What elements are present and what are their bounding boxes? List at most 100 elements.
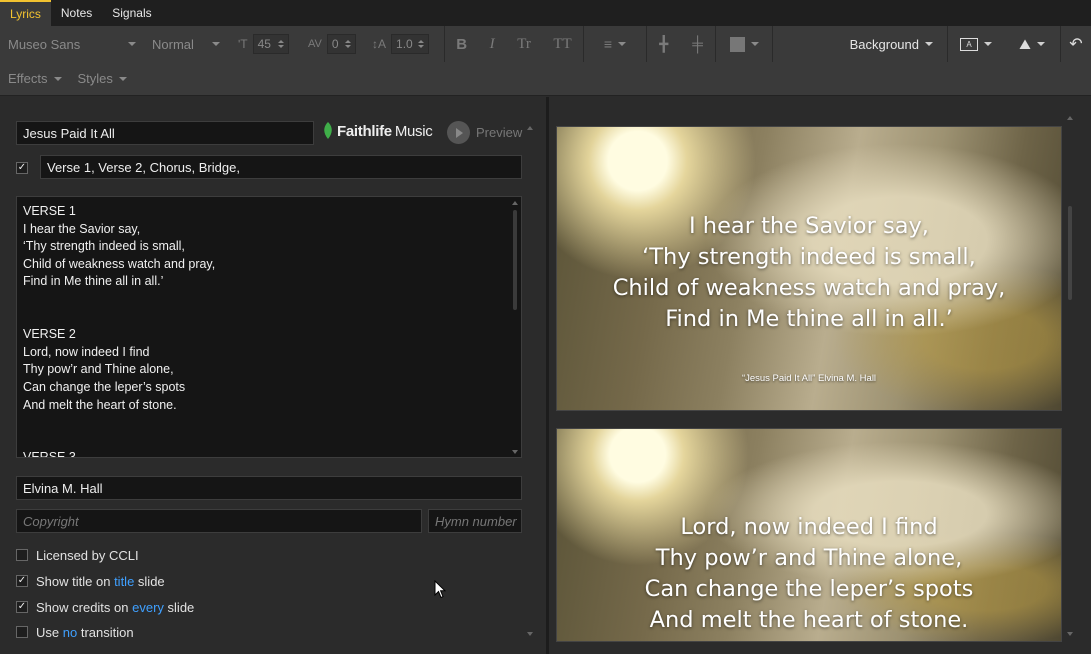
effects-label: Effects bbox=[8, 71, 48, 86]
scroll-down-icon[interactable] bbox=[1067, 632, 1073, 636]
transition-checkbox[interactable] bbox=[16, 626, 28, 638]
slide-thumbnail[interactable]: Lord, now indeed I find Thy pow’r and Th… bbox=[556, 428, 1062, 642]
tracking-value: 0 bbox=[331, 37, 339, 51]
transition-link[interactable]: no bbox=[63, 625, 77, 640]
image-dropdown[interactable]: ⛰ bbox=[1004, 26, 1060, 62]
tab-signals[interactable]: Signals bbox=[102, 0, 161, 26]
author-input[interactable]: Elvina M. Hall bbox=[16, 476, 522, 500]
text-style-group: B I Tr TT bbox=[445, 36, 583, 53]
hymn-number-placeholder: Hymn number bbox=[435, 513, 517, 529]
licensed-ccli-checkbox[interactable] bbox=[16, 549, 28, 561]
tracking-input[interactable]: 0 bbox=[326, 34, 356, 54]
show-credits-label: Show credits on every slide bbox=[36, 600, 194, 615]
chevron-down-icon bbox=[212, 42, 220, 46]
show-credits-link[interactable]: every bbox=[132, 600, 164, 615]
show-title-checkbox[interactable]: ✓ bbox=[16, 575, 28, 587]
styles-dropdown[interactable]: Styles bbox=[70, 62, 135, 95]
scroll-down-icon[interactable] bbox=[512, 450, 518, 454]
font-size-input[interactable]: 45 bbox=[252, 34, 289, 54]
show-credits-prefix: Show credits on bbox=[36, 600, 129, 615]
show-credits-checkbox[interactable]: ✓ bbox=[16, 601, 28, 613]
font-weight-dropdown[interactable]: Normal bbox=[144, 26, 228, 62]
preview-label: Preview bbox=[476, 125, 523, 140]
tracking-stepper[interactable] bbox=[345, 39, 351, 49]
line-spacing-stepper[interactable] bbox=[418, 39, 425, 49]
background-dropdown[interactable]: Background bbox=[842, 26, 947, 62]
font-family-value: Museo Sans bbox=[8, 36, 81, 52]
undo-button[interactable]: ↶ bbox=[1061, 26, 1091, 62]
preview-button[interactable]: Preview bbox=[447, 121, 522, 144]
chevron-down-icon bbox=[750, 42, 759, 46]
chevron-down-icon bbox=[53, 76, 62, 81]
song-title-value: Jesus Paid It All bbox=[23, 125, 115, 141]
play-icon bbox=[447, 121, 470, 144]
chevron-down-icon bbox=[984, 42, 992, 46]
licensed-ccli-label: Licensed by CCLI bbox=[36, 548, 139, 563]
font-size-icon: ʹT bbox=[238, 37, 248, 51]
line-spacing-icon: ↕A bbox=[372, 37, 387, 51]
hymn-number-input[interactable]: Hymn number bbox=[428, 509, 522, 533]
logo-brand: Faithlife bbox=[337, 122, 392, 140]
author-value: Elvina M. Hall bbox=[23, 480, 103, 496]
tab-notes[interactable]: Notes bbox=[51, 0, 102, 26]
mountain-image-icon: ⛰ bbox=[1019, 35, 1031, 52]
scroll-down-icon[interactable] bbox=[527, 632, 533, 636]
lyrics-textarea[interactable]: VERSE 1 I hear the Savior say, ‘Thy stre… bbox=[16, 196, 522, 458]
align-center-icon: ≡ bbox=[603, 36, 613, 52]
slide-line: Thy pow’r and Thine alone, bbox=[655, 545, 963, 571]
tracking-icon: AV bbox=[308, 38, 322, 50]
transition-prefix: Use bbox=[36, 625, 60, 640]
scroll-up-icon[interactable] bbox=[527, 126, 533, 130]
formatting-toolbar: Museo Sans Normal ʹT 45 AV 0 ↕A 1.0 B I bbox=[0, 26, 1091, 62]
show-title-link[interactable]: title bbox=[114, 574, 134, 589]
show-credits-suffix: slide bbox=[167, 600, 195, 615]
faithlife-music-logo: Faithlife Music bbox=[322, 122, 433, 140]
text-box-icon: A bbox=[960, 37, 978, 51]
chevron-down-icon bbox=[1036, 42, 1045, 46]
title-case-icon[interactable]: Tr bbox=[517, 36, 531, 53]
slide-line: I hear the Savior say, bbox=[689, 213, 929, 239]
font-size-control: ʹT 45 bbox=[228, 26, 300, 62]
slide-thumbnail[interactable]: I hear the Savior say, ‘Thy strength ind… bbox=[556, 126, 1062, 411]
slide-line: And melt the heart of stone. bbox=[649, 607, 969, 633]
all-caps-icon[interactable]: TT bbox=[553, 36, 571, 53]
toolbar-divider bbox=[772, 26, 773, 62]
slide-line: Find in Me thine all in all.’ bbox=[665, 306, 953, 332]
scroll-up-icon[interactable] bbox=[1067, 116, 1073, 120]
text-color-dropdown[interactable] bbox=[716, 26, 772, 62]
sections-checkbox[interactable]: ✓ bbox=[16, 162, 28, 174]
effects-dropdown[interactable]: Effects bbox=[0, 62, 70, 95]
song-title-input[interactable]: Jesus Paid It All bbox=[16, 121, 314, 145]
slide-lyrics: I hear the Savior say, ‘Thy strength ind… bbox=[557, 211, 1061, 335]
vertical-align-group: ╋ ╪ bbox=[647, 35, 715, 54]
chevron-down-icon bbox=[618, 42, 627, 46]
alignment-dropdown[interactable]: ≡ bbox=[584, 26, 646, 62]
copyright-placeholder: Copyright bbox=[23, 513, 79, 529]
copyright-input[interactable]: Copyright bbox=[16, 509, 422, 533]
leaf-icon bbox=[324, 122, 332, 139]
bold-icon[interactable]: B bbox=[456, 36, 467, 53]
line-spacing-value: 1.0 bbox=[396, 37, 413, 51]
scroll-up-icon[interactable] bbox=[512, 201, 518, 205]
slide-lyrics: Lord, now indeed I find Thy pow’r and Th… bbox=[557, 512, 1061, 636]
sections-input[interactable]: Verse 1, Verse 2, Chorus, Bridge, bbox=[40, 155, 522, 179]
chevron-down-icon bbox=[128, 42, 136, 46]
line-spacing-control: ↕A 1.0 bbox=[364, 26, 444, 62]
chevron-down-icon bbox=[925, 42, 933, 46]
align-center-vertical-icon[interactable]: ╪ bbox=[692, 36, 703, 53]
text-box-dropdown[interactable]: A bbox=[948, 26, 1004, 62]
line-spacing-input[interactable]: 1.0 bbox=[391, 34, 430, 54]
tab-lyrics[interactable]: Lyrics bbox=[0, 0, 51, 26]
show-title-suffix: slide bbox=[137, 574, 165, 589]
font-size-stepper[interactable] bbox=[277, 39, 284, 49]
tracking-control: AV 0 bbox=[300, 26, 364, 62]
font-family-dropdown[interactable]: Museo Sans bbox=[0, 26, 144, 62]
italic-icon[interactable]: I bbox=[490, 36, 495, 53]
effects-toolbar: Effects Styles bbox=[0, 62, 1091, 96]
show-title-label: Show title on title slide bbox=[36, 574, 165, 589]
align-middle-icon[interactable]: ╋ bbox=[659, 35, 668, 53]
lyrics-scrollbar[interactable] bbox=[513, 210, 517, 310]
styles-label: Styles bbox=[77, 71, 113, 86]
slides-scrollbar[interactable] bbox=[1068, 206, 1072, 300]
chevron-down-icon bbox=[118, 76, 127, 81]
